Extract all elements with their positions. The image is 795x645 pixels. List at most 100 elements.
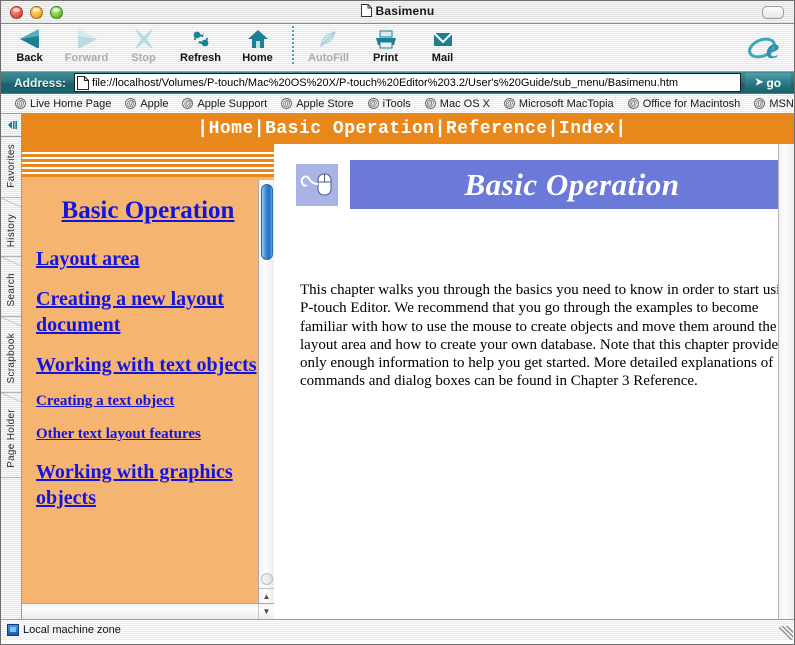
address-bar: Address: file://localhost/Volumes/P-touc… (1, 72, 794, 94)
at-circle-icon: @ (281, 98, 293, 109)
link-working-with-graphics-objects[interactable]: Working with graphics objects (36, 459, 260, 511)
at-circle-icon: @ (125, 98, 137, 109)
autofill-pen-icon (300, 26, 357, 51)
collapse-button[interactable] (762, 6, 784, 19)
security-zone-icon (7, 624, 19, 636)
tab-separator (1, 257, 21, 267)
at-circle-icon: @ (424, 98, 436, 109)
link-working-with-text-objects[interactable]: Working with text objects (36, 352, 260, 378)
frameset: Basic Operation Layout area Creating a n… (22, 144, 794, 619)
link-itools[interactable]: @ iTools (367, 97, 411, 110)
address-input[interactable]: file://localhost/Volumes/P-touch/Mac%20O… (74, 73, 741, 92)
link-creating-a-new-layout-document[interactable]: Creating a new layout document (36, 286, 260, 338)
sidebar-tab-label: History (5, 213, 17, 248)
link-label: Mac OS X (439, 97, 490, 110)
sidebar-tab-label: Search (5, 273, 17, 307)
refresh-button[interactable]: Refresh (172, 24, 229, 64)
link-microsoft-mactopia[interactable]: @ Microsoft MacTopia (503, 98, 614, 110)
at-circle-icon: @ (15, 98, 26, 109)
forward-button[interactable]: Forward (58, 24, 115, 64)
stop-button[interactable]: Stop (115, 24, 172, 64)
print-button[interactable]: Print (357, 24, 414, 64)
forward-triangle-icon (58, 26, 115, 51)
left-frame-hscrollbar[interactable]: ▼ (22, 603, 274, 619)
address-value: file://localhost/Volumes/P-touch/Mac%20O… (92, 76, 679, 89)
browser-toolbar: Back Forward Stop Refresh Home AutoFill … (1, 24, 794, 72)
status-bar: Local machine zone (1, 619, 794, 640)
link-label: iTools (382, 97, 411, 110)
link-msn[interactable]: @ MSN (754, 97, 794, 110)
stop-x-icon (115, 26, 172, 51)
link-apple[interactable]: @ Apple (125, 98, 168, 110)
link-mac-os-x[interactable]: @ Mac OS X (424, 97, 490, 110)
link-label: Apple Store (296, 97, 354, 110)
status-text: Local machine zone (23, 624, 121, 636)
left-frame-scrollbar[interactable]: ▲ ▼ (258, 180, 274, 619)
resize-grip[interactable] (779, 626, 793, 640)
link-apple-support[interactable]: @ Apple Support (182, 98, 267, 110)
link-live-home-page[interactable]: @ Live Home Page (15, 98, 111, 110)
at-circle-icon: @ (367, 98, 379, 109)
browser-window: Basimenu Back Forward Stop Refresh Home … (0, 0, 795, 645)
mail-label: Mail (431, 52, 454, 64)
link-layout-area[interactable]: Layout area (36, 246, 260, 272)
autofill-button[interactable]: AutoFill (300, 24, 357, 64)
sidebar-tab-label: Favorites (5, 144, 17, 188)
link-basic-operation-title[interactable]: Basic Operation (62, 197, 235, 224)
internet-explorer-e-icon[interactable]: e (746, 26, 790, 68)
decorative-stripes (22, 144, 274, 180)
scrollbar-thumb[interactable] (261, 184, 273, 260)
right-frame-scrollbar[interactable] (778, 144, 794, 619)
sidebar-item-page-holder[interactable]: Page Holder (1, 402, 21, 478)
chapter-banner-box: Basic Operation (350, 160, 794, 209)
link-label: Office for Macintosh (642, 97, 741, 110)
page-content: |Home|Basic Operation|Reference|Index| B… (22, 114, 794, 619)
home-button[interactable]: Home (229, 24, 286, 64)
chapter-intro-text: This chapter walks you through the basic… (300, 282, 794, 390)
link-other-text-layout-features[interactable]: Other text layout features (36, 425, 260, 445)
autofill-label: AutoFill (308, 52, 349, 64)
title-bar[interactable]: Basimenu (1, 1, 794, 24)
right-frame-content: Basic Operation This chapter walks you t… (274, 144, 794, 391)
tab-separator (1, 197, 21, 207)
go-button[interactable]: ➤ go (745, 73, 791, 92)
sidebar-item-scrapbook[interactable]: Scrapbook (1, 326, 21, 394)
link-label: MSN (769, 97, 794, 110)
stop-label: Stop (131, 52, 156, 64)
site-nav-links[interactable]: |Home|Basic Operation|Reference|Index| (197, 119, 626, 139)
back-label: Back (16, 52, 43, 64)
left-frame: Basic Operation Layout area Creating a n… (22, 144, 274, 619)
sidebar-item-search[interactable]: Search (1, 266, 21, 317)
page-doc-icon (77, 75, 90, 90)
back-button[interactable]: Back (1, 24, 58, 64)
link-label: Apple Support (197, 97, 268, 110)
document-icon (360, 4, 372, 20)
left-frame-title: Basic Operation (36, 194, 260, 228)
scrollbar-track-cap (261, 573, 273, 585)
address-label: Address: (14, 75, 67, 90)
sidebar-tab-strip: Favorites History Search Scrapbook Page … (1, 114, 22, 619)
sidebar-toggle-icon[interactable] (1, 114, 21, 137)
minimize-button[interactable] (30, 5, 43, 19)
mail-button[interactable]: Mail (414, 24, 471, 64)
link-office-for-macintosh[interactable]: @ Office for Macintosh (627, 97, 741, 110)
at-circle-icon: @ (754, 98, 766, 109)
close-button[interactable] (10, 5, 23, 19)
scroll-down-icon[interactable]: ▼ (258, 604, 274, 619)
sidebar-item-history[interactable]: History (1, 207, 21, 258)
site-nav-bar: |Home|Basic Operation|Reference|Index| (22, 114, 794, 144)
sidebar-item-favorites[interactable]: Favorites (1, 137, 21, 198)
go-label: go (766, 75, 782, 90)
forward-label: Forward (64, 52, 109, 64)
left-frame-links: Basic Operation Layout area Creating a n… (22, 180, 274, 511)
tab-separator (1, 393, 21, 403)
link-creating-a-text-object[interactable]: Creating a text object (36, 392, 260, 412)
links-bar: @ Live Home Page @ Apple @ Apple Support… (1, 94, 794, 114)
window-controls (10, 5, 63, 19)
at-circle-icon: @ (503, 98, 515, 109)
scroll-up-icon[interactable]: ▲ (259, 589, 274, 604)
zoom-button[interactable] (50, 5, 63, 19)
window-title: Basimenu (1, 4, 794, 20)
window-title-text: Basimenu (375, 4, 435, 18)
link-apple-store[interactable]: @ Apple Store (281, 97, 354, 110)
